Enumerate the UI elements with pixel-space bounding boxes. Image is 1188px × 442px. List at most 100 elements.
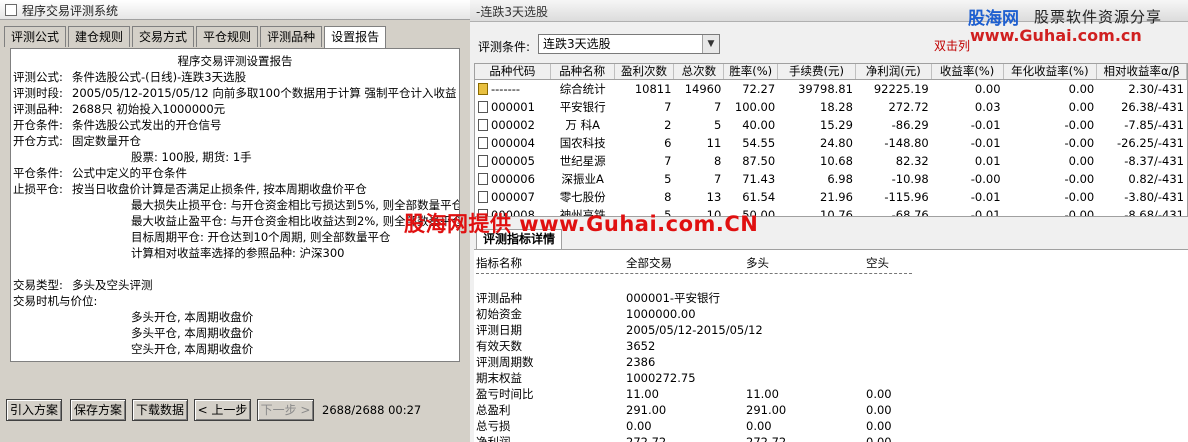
condition-value: 连跌3天选股 bbox=[543, 37, 611, 51]
code-text: 000007 bbox=[491, 190, 535, 204]
watermark-slogan: 股票软件资源分享 bbox=[1034, 8, 1163, 26]
detail-name: 初始资金 bbox=[476, 307, 522, 321]
detail-header-all: 全部交易 bbox=[626, 256, 672, 270]
report-key bbox=[13, 261, 72, 277]
cell-rel: -8.68/-431 bbox=[1124, 208, 1184, 217]
tab-trade-mode[interactable]: 交易方式 bbox=[132, 26, 195, 47]
report-value: 按当日收盘价计算是否满足止损条件, 按本周期收盘价平仓 bbox=[72, 182, 367, 196]
watermark-url: www.Guhai.com.cn bbox=[970, 26, 1142, 45]
code-text: ------- bbox=[491, 82, 521, 96]
tab-formula[interactable]: 评测公式 bbox=[4, 26, 67, 47]
import-plan-button[interactable]: 引入方案 bbox=[6, 399, 62, 421]
tab-close-rules[interactable]: 平仓规则 bbox=[196, 26, 259, 47]
cell-rel: -26.25/-431 bbox=[1116, 136, 1184, 150]
table-row[interactable]: 000002 万 科A 2 5 40.00 15.29 -86.29 -0.01 -0.00 -7… bbox=[475, 116, 1187, 134]
detail-all: 1000272.75 bbox=[626, 371, 696, 385]
detail-short: 0.00 bbox=[866, 435, 892, 442]
settings-report-panel: 程序交易评测设置报告 评测公式: 条件选股公式-(日线)-连跌3天选股 评测时段: 2… bbox=[10, 48, 460, 362]
report-key: 交易类型: bbox=[13, 278, 63, 292]
report-value: 条件选股公式-(日线)-连跌3天选股 bbox=[72, 70, 247, 84]
cell-rate: 72.27 bbox=[742, 82, 776, 96]
detail-all: 1000000.00 bbox=[626, 307, 696, 321]
table-row[interactable]: 000005 世纪星源 7 8 87.50 10.68 82.32 0.01 0.00 -8.37… bbox=[475, 152, 1187, 170]
cell-fee: 39798.81 bbox=[798, 82, 853, 96]
column-header[interactable]: 年化收益率(%) bbox=[1004, 64, 1098, 79]
report-line: 交易类型: 多头及空头评测 bbox=[13, 277, 457, 293]
cell-annual: -0.00 bbox=[1064, 208, 1095, 217]
report-line: 最大收益止盈平仓: 与开仓资金相比收益达到2%, 则全部数量平仓 bbox=[13, 213, 459, 229]
detail-row: 初始资金 1000000.00 bbox=[474, 306, 1174, 322]
download-data-button[interactable]: 下载数据 bbox=[132, 399, 188, 421]
detail-row: 评测周期数 2386 bbox=[474, 354, 1174, 370]
condition-select[interactable]: 连跌3天选股 ▼ bbox=[538, 34, 720, 54]
cell-ret: 0.00 bbox=[974, 82, 1001, 96]
cell-fee: 10.68 bbox=[820, 154, 853, 168]
title-bar: 程序交易评测系统 bbox=[0, 0, 470, 20]
cell-total: 8 bbox=[713, 154, 722, 168]
cell-win: 2 bbox=[664, 118, 672, 132]
cell-rel: -8.37/-431 bbox=[1124, 154, 1184, 168]
report-key bbox=[13, 149, 72, 165]
column-header[interactable]: 手续费(元) bbox=[778, 64, 856, 79]
chevron-down-icon[interactable]: ▼ bbox=[702, 35, 719, 53]
cell-win: 7 bbox=[664, 100, 672, 114]
cell-profit: -148.80 bbox=[884, 136, 929, 150]
detail-row: 总盈利 291.00 291.00 0.00 bbox=[474, 402, 1174, 418]
column-header[interactable]: 胜率(%) bbox=[724, 64, 779, 79]
cell-name: 深振业A bbox=[561, 172, 604, 186]
column-header[interactable]: 净利润(元) bbox=[856, 64, 932, 79]
cell-rel: -3.80/-431 bbox=[1124, 190, 1184, 204]
detail-all: 291.00 bbox=[626, 403, 667, 417]
tab-settings-report[interactable]: 设置报告 bbox=[324, 26, 387, 48]
file-icon bbox=[478, 101, 488, 113]
report-line: 最大损失止损平仓: 与开仓资金相比亏损达到5%, 则全部数量平仓 bbox=[13, 197, 459, 213]
report-value: 计算相对收益率选择的参照品种: 沪深300 bbox=[131, 246, 345, 260]
report-value: 条件选股公式发出的开仓信号 bbox=[72, 118, 222, 132]
progress-counter: 2688/2688 00:27 bbox=[322, 403, 422, 417]
code-cell: 000007 bbox=[475, 188, 551, 206]
column-header[interactable]: 盈利次数 bbox=[615, 64, 675, 79]
table-row[interactable]: 000006 深振业A 5 7 71.43 6.98 -10.98 -0.00 -0.00 0.8… bbox=[475, 170, 1187, 188]
next-step-button[interactable]: 下一步 > bbox=[257, 399, 314, 421]
test-system-window: 程序交易评测系统 评测公式 建仓规则 交易方式 平仓规则 评测品种 设置报告 程… bbox=[0, 0, 470, 442]
tab-instruments[interactable]: 评测品种 bbox=[260, 26, 323, 47]
report-line: 目标周期平仓: 开仓达到10个周期, 则全部数量平仓 bbox=[13, 229, 457, 245]
code-text: 000004 bbox=[491, 136, 535, 150]
cell-total: 7 bbox=[713, 172, 722, 186]
report-key: 评测品种: bbox=[13, 102, 63, 116]
report-value: 多头平仓, 本周期收盘价 bbox=[131, 326, 254, 340]
column-header[interactable]: 品种代码 bbox=[475, 64, 551, 79]
prev-step-button[interactable]: < 上一步 bbox=[194, 399, 251, 421]
column-header[interactable]: 相对收益率α/β bbox=[1097, 64, 1187, 79]
tab-open-rules[interactable]: 建仓规则 bbox=[68, 26, 131, 47]
detail-long: 291.00 bbox=[746, 403, 787, 417]
cell-win: 10811 bbox=[634, 82, 672, 96]
cell-annual: -0.00 bbox=[1064, 136, 1095, 150]
report-value bbox=[72, 261, 457, 277]
detail-long: 272.72 bbox=[746, 435, 787, 442]
cell-total: 7 bbox=[713, 100, 722, 114]
cell-name: 零七股份 bbox=[559, 190, 606, 204]
cell-name: 世纪星源 bbox=[559, 154, 606, 168]
table-row[interactable]: ------- 综合统计 10811 14960 72.27 39798.81 92225.… bbox=[475, 80, 1187, 98]
table-row[interactable]: 000001 平安银行 7 7 100.00 18.28 272.72 0.03 0.00 26.… bbox=[475, 98, 1187, 116]
code-text: 000001 bbox=[491, 100, 535, 114]
detail-name: 评测品种 bbox=[476, 291, 522, 305]
cell-fee: 24.80 bbox=[820, 136, 853, 150]
column-header[interactable]: 总次数 bbox=[674, 64, 725, 79]
metric-details-panel: 指标名称 全部交易 多头 空头 评测品种 000001-平安银行 初始资金 10000… bbox=[474, 249, 1188, 442]
column-header[interactable]: 收益率(%) bbox=[932, 64, 1004, 79]
code-cell: 000005 bbox=[475, 152, 551, 170]
detail-name: 有效天数 bbox=[476, 339, 522, 353]
table-row[interactable]: 000007 零七股份 8 13 61.54 21.96 -115.96 -0.01 -0.00… bbox=[475, 188, 1187, 206]
column-header[interactable]: 品种名称 bbox=[551, 64, 615, 79]
detail-all: 11.00 bbox=[626, 387, 659, 401]
table-row[interactable]: 000004 国农科技 6 11 54.55 24.80 -148.80 -0.01 -0.00… bbox=[475, 134, 1187, 152]
cell-ret: -0.01 bbox=[970, 118, 1001, 132]
report-key bbox=[13, 325, 72, 341]
code-cell: 000004 bbox=[475, 134, 551, 152]
detail-header-name: 指标名称 bbox=[476, 256, 522, 270]
cell-rel: 2.30/-431 bbox=[1128, 82, 1184, 96]
save-plan-button[interactable]: 保存方案 bbox=[70, 399, 126, 421]
detail-header-short: 空头 bbox=[866, 256, 889, 270]
